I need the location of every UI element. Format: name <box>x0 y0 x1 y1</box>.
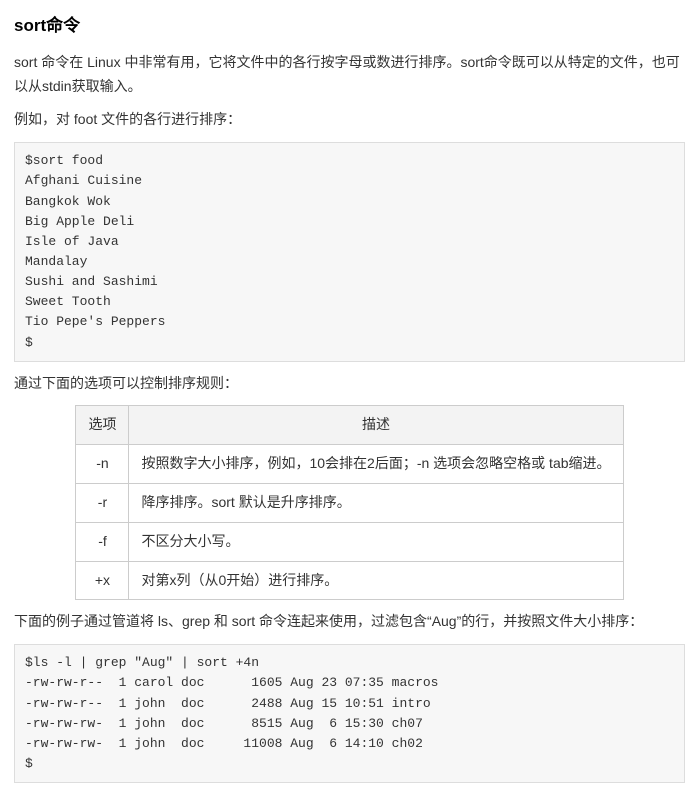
options-table: 选项 描述 -n 按照数字大小排序，例如，10会排在2后面；-n 选项会忽略空格… <box>75 405 623 600</box>
intro-paragraph: sort 命令在 Linux 中非常有用，它将文件中的各行按字母或数进行排序。s… <box>14 51 685 99</box>
example1-label: 例如，对 foot 文件的各行进行排序： <box>14 108 685 132</box>
opt-cell: +x <box>76 561 129 600</box>
desc-cell: 降序排序。sort 默认是升序排序。 <box>129 484 623 523</box>
table-row: -n 按照数字大小排序，例如，10会排在2后面；-n 选项会忽略空格或 tab缩… <box>76 445 623 484</box>
code-block-sort-food: $sort food Afghani Cuisine Bangkok Wok B… <box>14 142 685 361</box>
table-header-row: 选项 描述 <box>76 406 623 445</box>
code-block-ls-grep-sort: $ls -l | grep "Aug" | sort +4n -rw-rw-r-… <box>14 644 685 783</box>
section-heading: sort命令 <box>14 12 685 41</box>
example2-label: 下面的例子通过管道将 ls、grep 和 sort 命令连起来使用，过滤包含“A… <box>14 610 685 634</box>
table-row: +x 对第x列（从0开始）进行排序。 <box>76 561 623 600</box>
desc-cell: 不区分大小写。 <box>129 522 623 561</box>
options-intro: 通过下面的选项可以控制排序规则： <box>14 372 685 396</box>
desc-cell: 对第x列（从0开始）进行排序。 <box>129 561 623 600</box>
desc-cell: 按照数字大小排序，例如，10会排在2后面；-n 选项会忽略空格或 tab缩进。 <box>129 445 623 484</box>
opt-cell: -n <box>76 445 129 484</box>
th-option: 选项 <box>76 406 129 445</box>
table-row: -r 降序排序。sort 默认是升序排序。 <box>76 484 623 523</box>
table-row: -f 不区分大小写。 <box>76 522 623 561</box>
opt-cell: -f <box>76 522 129 561</box>
th-desc: 描述 <box>129 406 623 445</box>
opt-cell: -r <box>76 484 129 523</box>
